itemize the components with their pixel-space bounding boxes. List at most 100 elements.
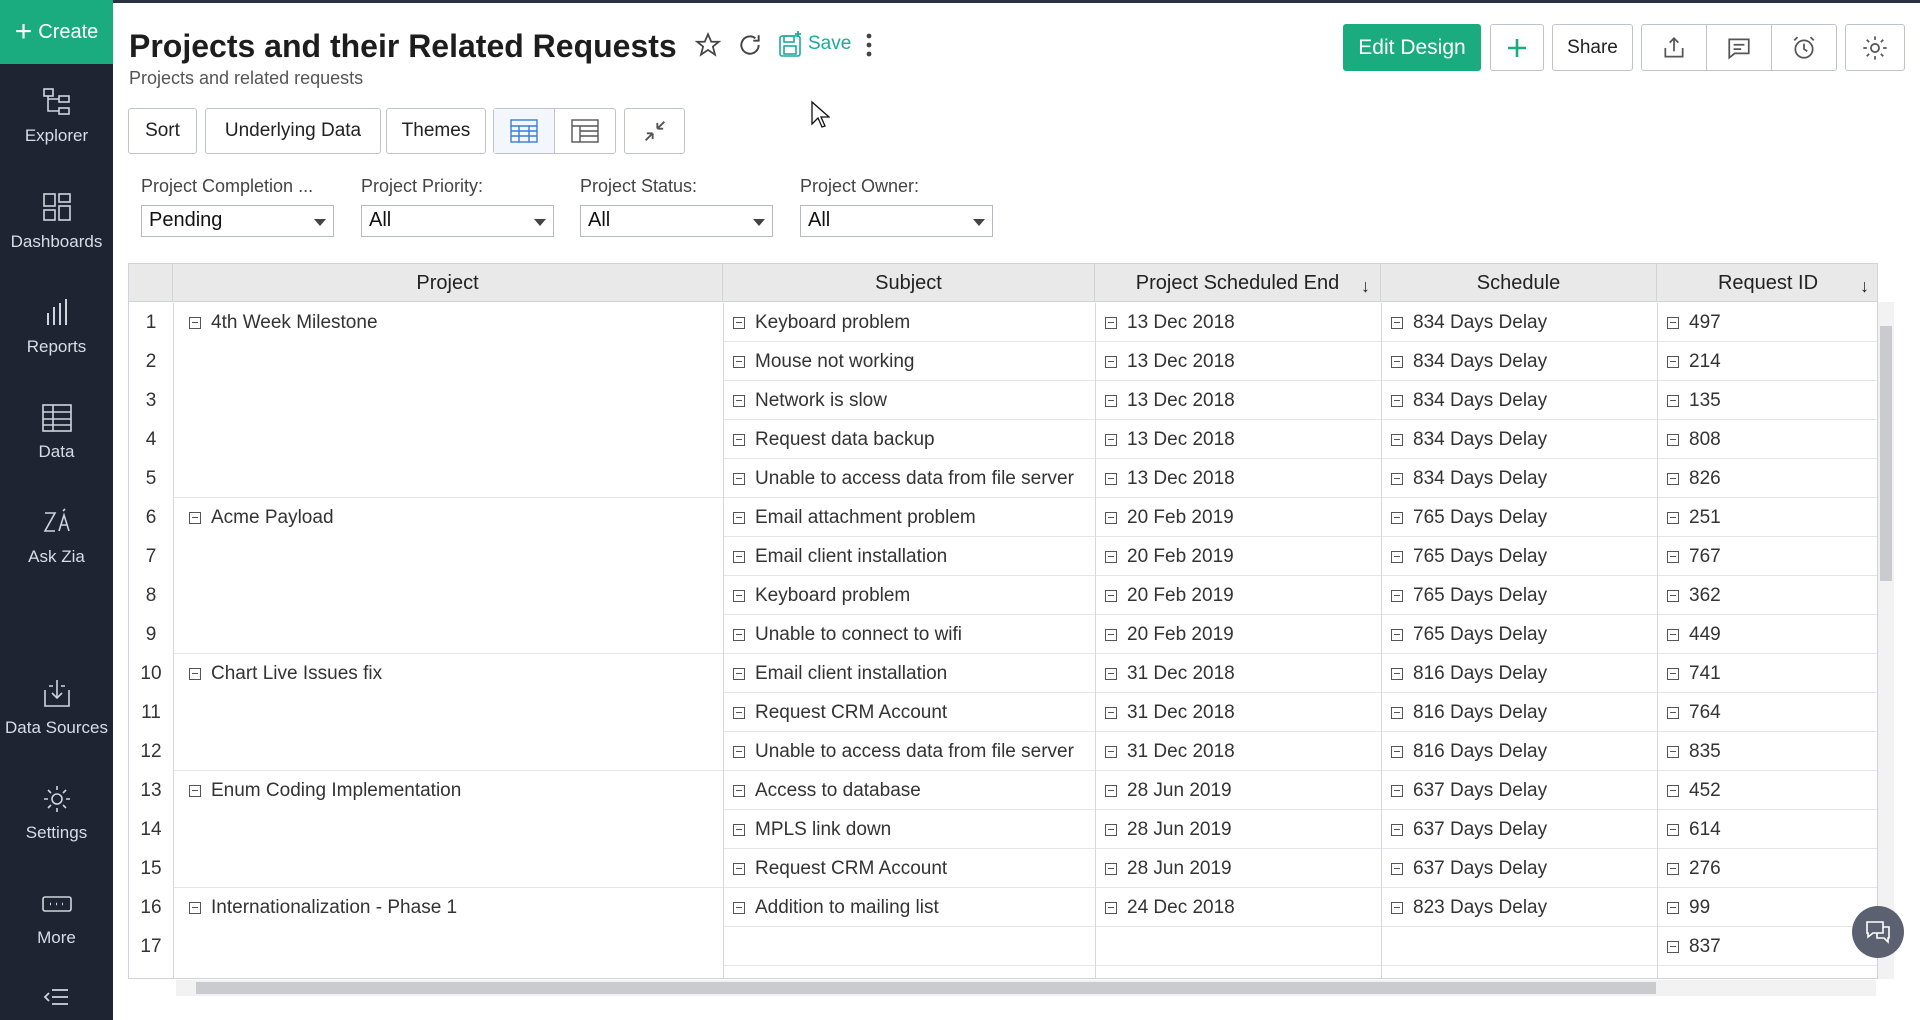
collapse-toggle-icon[interactable] <box>1105 433 1117 446</box>
cell-id[interactable]: 837 <box>1667 927 1721 966</box>
cell-subject[interactable]: Request CRM Account <box>733 693 947 732</box>
cell-subject[interactable]: Email attachment problem <box>733 498 976 537</box>
column-header-subject[interactable]: Subject <box>723 264 1095 302</box>
cell-id[interactable]: 808 <box>1667 420 1721 459</box>
collapse-toggle-icon[interactable] <box>1667 862 1679 875</box>
table-row[interactable]: 5 Unable to access data from file server 1… <box>129 459 1877 498</box>
cell-project[interactable]: Acme Payload <box>189 498 334 537</box>
table-row[interactable]: 13 Enum Coding Implementation Access to da… <box>129 771 1877 810</box>
sidebar-item-reports[interactable]: Reports <box>0 297 113 357</box>
cell-schedule[interactable]: 637 Days Delay <box>1391 810 1547 849</box>
favorite-star-icon[interactable] <box>693 30 723 60</box>
cell-end[interactable]: 13 Dec 2018 <box>1105 303 1235 342</box>
cell-schedule[interactable]: 765 Days Delay <box>1391 498 1547 537</box>
cell-subject[interactable]: Unable to access data from file server <box>733 459 1074 498</box>
cell-id[interactable]: 764 <box>1667 693 1721 732</box>
cell-end[interactable]: 28 Jun 2019 <box>1105 849 1232 888</box>
collapse-toggle-icon[interactable] <box>1667 589 1679 602</box>
cell-project[interactable]: Enum Coding Implementation <box>189 771 461 810</box>
cell-end[interactable]: 24 Dec 2018 <box>1105 888 1235 927</box>
table-row[interactable]: 7 Email client installation 20 Feb 2019 765… <box>129 537 1877 576</box>
collapse-toggle-icon[interactable] <box>1667 745 1679 758</box>
collapse-toggle-icon[interactable] <box>733 355 745 368</box>
collapse-toggle-icon[interactable] <box>1667 784 1679 797</box>
pivot-view-button[interactable] <box>555 109 615 153</box>
comments-button[interactable] <box>1707 25 1772 70</box>
cell-id[interactable]: 741 <box>1667 654 1721 693</box>
collapse-toggle-icon[interactable] <box>733 901 745 914</box>
collapse-toggle-icon[interactable] <box>733 784 745 797</box>
collapse-toggle-icon[interactable] <box>733 472 745 485</box>
collapse-toggle-icon[interactable] <box>1105 394 1117 407</box>
cell-subject[interactable]: Keyboard problem <box>733 576 910 615</box>
cell-id[interactable]: 251 <box>1667 498 1721 537</box>
table-row[interactable]: 1 4th Week Milestone Keyboard problem 13 De… <box>129 303 1877 342</box>
cell-subject[interactable]: Request data backup <box>733 420 935 459</box>
cell-subject[interactable]: MPLS link down <box>733 810 891 849</box>
share-button[interactable]: Share <box>1552 24 1633 71</box>
column-header-schedule[interactable]: Schedule <box>1381 264 1657 302</box>
cell-end[interactable]: 20 Feb 2019 <box>1105 615 1234 654</box>
collapse-toggle-icon[interactable] <box>733 628 745 641</box>
create-button[interactable]: + Create <box>0 0 113 64</box>
collapse-toggle-icon[interactable] <box>1391 628 1403 641</box>
cell-end[interactable]: 13 Dec 2018 <box>1105 420 1235 459</box>
table-row[interactable]: 16 Internationalization - Phase 1 Addition… <box>129 888 1877 927</box>
collapse-toggle-icon[interactable] <box>1391 745 1403 758</box>
collapse-toggle-icon[interactable] <box>1105 823 1117 836</box>
collapse-toggle-icon[interactable] <box>1105 706 1117 719</box>
cell-end[interactable]: 28 Jun 2019 <box>1105 771 1232 810</box>
cell-end[interactable]: 13 Dec 2018 <box>1105 381 1235 420</box>
cell-id[interactable]: 135 <box>1667 381 1721 420</box>
cell-schedule[interactable]: 816 Days Delay <box>1391 693 1547 732</box>
collapse-toggle-icon[interactable] <box>1667 394 1679 407</box>
cell-subject[interactable]: Unable to access data from file server <box>733 732 1074 771</box>
collapse-toggle-icon[interactable] <box>1105 667 1117 680</box>
column-header-request-id[interactable]: Request ID ↓ <box>1657 264 1877 302</box>
more-options-icon[interactable] <box>854 30 884 60</box>
cell-end[interactable]: 20 Feb 2019 <box>1105 576 1234 615</box>
cell-id[interactable]: 835 <box>1667 732 1721 771</box>
collapse-toggle-icon[interactable] <box>1105 355 1117 368</box>
collapse-toggle-icon[interactable] <box>733 589 745 602</box>
save-button[interactable]: Save <box>778 30 851 58</box>
cell-id[interactable]: 614 <box>1667 810 1721 849</box>
collapse-toggle-icon[interactable] <box>1105 745 1117 758</box>
sidebar-item-settings[interactable]: Settings <box>0 783 113 843</box>
underlying-data-button[interactable]: Underlying Data <box>205 108 381 154</box>
cell-id[interactable]: 449 <box>1667 615 1721 654</box>
cell-project[interactable]: Internationalization - Phase 1 <box>189 888 457 927</box>
cell-subject[interactable]: Unable to connect to wifi <box>733 615 962 654</box>
cell-schedule[interactable]: 765 Days Delay <box>1391 537 1547 576</box>
table-row[interactable]: 11 Request CRM Account 31 Dec 2018 816 Days… <box>129 693 1877 732</box>
collapse-toggle-icon[interactable] <box>1667 823 1679 836</box>
collapse-toggle-icon[interactable] <box>1391 433 1403 446</box>
horizontal-scroll-thumb[interactable] <box>196 982 1656 994</box>
collapse-toggle-icon[interactable] <box>733 862 745 875</box>
cell-end[interactable]: 31 Dec 2018 <box>1105 732 1235 771</box>
collapse-toggle-icon[interactable] <box>1105 628 1117 641</box>
table-row[interactable]: 2 Mouse not working 13 Dec 2018 834 Days De… <box>129 342 1877 381</box>
cell-schedule[interactable]: 765 Days Delay <box>1391 615 1547 654</box>
collapse-toggle-icon[interactable] <box>1391 706 1403 719</box>
collapse-toggle-icon[interactable] <box>733 433 745 446</box>
sidebar-item-data[interactable]: Data <box>0 402 113 462</box>
sidebar-item-more[interactable]: More <box>0 888 113 948</box>
cell-subject[interactable]: Keyboard problem <box>733 303 910 342</box>
cell-end[interactable]: 13 Dec 2018 <box>1105 342 1235 381</box>
collapse-toggle-icon[interactable] <box>189 784 201 797</box>
project-status-select[interactable]: All <box>580 205 773 237</box>
collapse-toggle-icon[interactable] <box>1667 433 1679 446</box>
vertical-scroll-thumb[interactable] <box>1880 326 1892 581</box>
collapse-toggle-icon[interactable] <box>1105 589 1117 602</box>
collapse-toggle-icon[interactable] <box>1391 862 1403 875</box>
collapse-toggle-icon[interactable] <box>1391 355 1403 368</box>
cell-id[interactable]: 214 <box>1667 342 1721 381</box>
cell-schedule[interactable]: 834 Days Delay <box>1391 420 1547 459</box>
collapse-toggle-icon[interactable] <box>1667 667 1679 680</box>
table-row[interactable]: 17 837 <box>129 927 1877 966</box>
collapse-toggle-icon[interactable] <box>733 394 745 407</box>
project-owner-select[interactable]: All <box>800 205 993 237</box>
table-row[interactable]: 12 Unable to access data from file server… <box>129 732 1877 771</box>
table-row[interactable]: 8 Keyboard problem 20 Feb 2019 765 Days Del… <box>129 576 1877 615</box>
